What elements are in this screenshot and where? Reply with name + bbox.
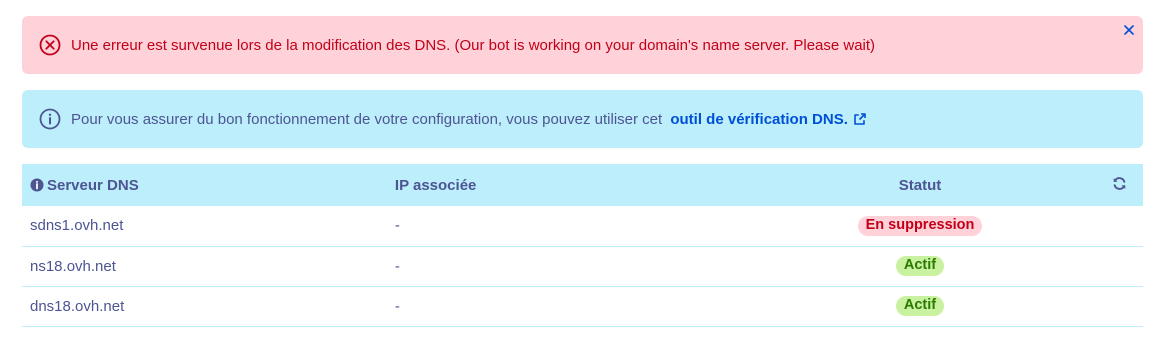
empty-cell: [1096, 286, 1143, 326]
header-status: Statut: [898, 176, 942, 194]
header-ip: IP associée: [394, 176, 477, 194]
ip-cell: -: [394, 217, 400, 235]
error-alert: Une erreur est survenue lors de la modif…: [22, 16, 1143, 74]
server-cell: dns18.ovh.net: [30, 297, 125, 315]
table-row: ns18.ovh.net - Actif: [22, 246, 1143, 286]
empty-cell: [1096, 246, 1143, 286]
dns-check-tool-link-label[interactable]: outil de vérification DNS.: [670, 111, 848, 128]
dns-check-tool-link[interactable]: outil de vérification DNS.: [670, 111, 867, 128]
table-header-row: Serveur DNS IP associée Statut: [22, 164, 1143, 206]
error-alert-message: Une erreur est survenue lors de la modif…: [71, 36, 876, 54]
close-icon[interactable]: [1121, 22, 1137, 38]
info-alert: Pour vous assurer du bon fonctionnement …: [22, 90, 1143, 148]
server-cell: sdns1.ovh.net: [30, 217, 124, 235]
ip-cell: -: [394, 257, 400, 275]
header-server-label: Serveur DNS: [47, 176, 139, 194]
status-badge: Actif: [895, 296, 945, 316]
table-row: sdns1.ovh.net - En suppression: [22, 206, 1143, 246]
info-alert-text: Pour vous assurer du bon fonctionnement …: [71, 110, 663, 128]
dns-servers-page: Une erreur est survenue lors de la modif…: [0, 0, 1157, 364]
error-circle-x-icon: [39, 34, 61, 56]
empty-cell: [1096, 206, 1143, 246]
info-icon[interactable]: [30, 178, 44, 192]
refresh-button[interactable]: [1096, 164, 1143, 206]
status-cell: Actif: [744, 286, 1095, 326]
status-cell: En suppression: [744, 206, 1095, 246]
info-alert-message: Pour vous assurer du bon fonctionnement …: [71, 111, 867, 128]
external-link-icon[interactable]: [853, 112, 867, 126]
ip-cell: -: [394, 297, 400, 315]
status-badge: Actif: [895, 256, 945, 276]
server-cell: ns18.ovh.net: [30, 257, 116, 275]
refresh-icon[interactable]: [1112, 176, 1127, 195]
status-badge: En suppression: [857, 215, 983, 236]
info-circle-icon: [39, 108, 61, 130]
table-row: dns18.ovh.net - Actif: [22, 286, 1143, 326]
header-server: Serveur DNS: [22, 164, 387, 206]
status-cell: Actif: [744, 246, 1095, 286]
dns-servers-table: Serveur DNS IP associée Statut sdns1.ovh…: [22, 164, 1143, 327]
